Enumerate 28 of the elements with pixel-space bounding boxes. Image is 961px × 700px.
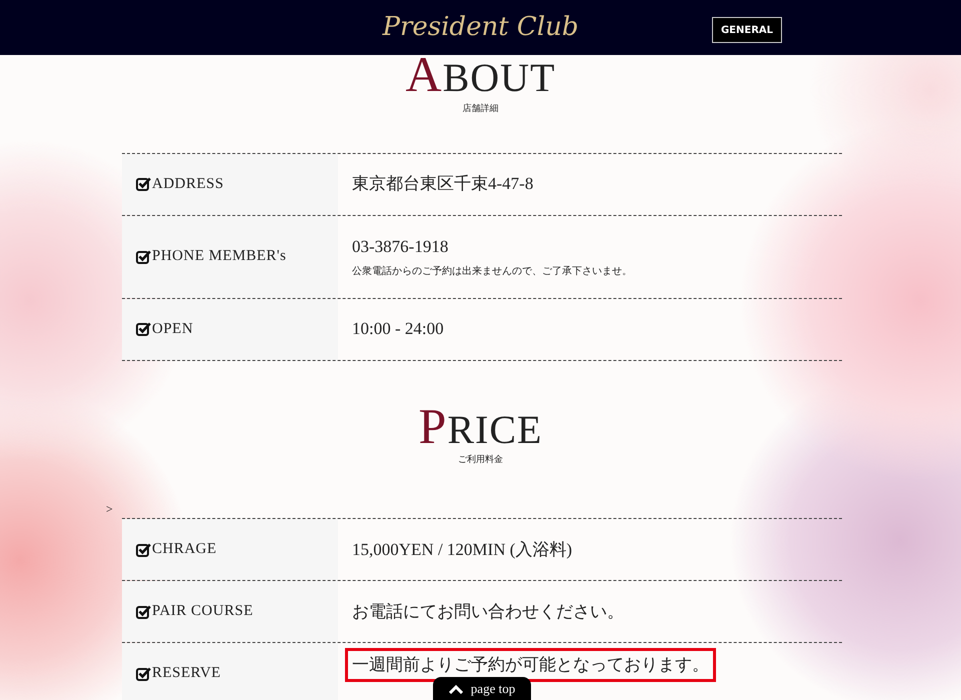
section-subtitle: 店舗詳細 — [462, 102, 500, 114]
section-title: ABOUT — [404, 51, 556, 98]
row-value: 15,000YEN / 120MIN (入浴料) — [352, 538, 574, 561]
row-label: PAIR COURSE — [152, 602, 254, 622]
row-value: 10:00 - 24:00 — [352, 318, 445, 340]
row-label: OPEN — [152, 320, 194, 339]
checkbox-icon — [136, 250, 151, 264]
section-title: PRICE — [418, 402, 544, 450]
row-note: 公衆電話からのご予約は出来ませんので、ご了承下さいませ。 — [352, 264, 633, 279]
page-top-button[interactable]: page top — [433, 677, 531, 700]
row-label: RESERVE — [152, 664, 221, 684]
row-value: 東京都台東区千束4-47-8 — [352, 173, 534, 196]
section-subtitle: ご利用料金 — [457, 454, 504, 466]
checkbox-icon — [136, 542, 151, 556]
logo[interactable]: President Club — [382, 8, 579, 47]
row-label: CHRAGE — [152, 540, 217, 560]
checkbox-icon — [136, 177, 151, 191]
row-value: 03-3876-1918 — [352, 236, 450, 258]
row-label: PHONE MEMBER's — [152, 247, 286, 266]
general-button[interactable]: GENERAL — [712, 17, 782, 43]
row-label: ADDRESS — [152, 174, 224, 194]
row-value: お電話にてお問い合わせください。 — [352, 600, 625, 623]
checkbox-icon — [136, 322, 151, 336]
checkbox-icon — [136, 604, 151, 618]
checkbox-icon — [136, 666, 151, 680]
up-caret-icon — [448, 684, 463, 694]
page-top-label: page top — [470, 680, 516, 698]
chevron-mark: > — [106, 501, 113, 518]
